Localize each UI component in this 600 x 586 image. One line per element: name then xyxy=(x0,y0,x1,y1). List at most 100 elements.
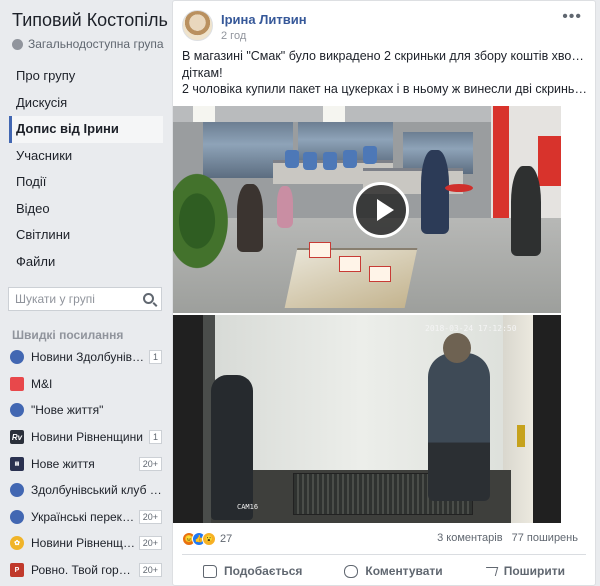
comments-count-link[interactable]: 3 коментарів xyxy=(437,532,502,544)
water-bottle xyxy=(285,150,299,168)
nav-item-files[interactable]: Файли xyxy=(9,249,163,276)
author-avatar[interactable] xyxy=(182,10,213,41)
post-text-line: діткам! xyxy=(182,65,223,80)
nav-item-about[interactable]: Про групу xyxy=(9,63,163,90)
person-head xyxy=(443,333,471,363)
camera-timestamp: 2018-03-24 17:12:50 xyxy=(425,324,517,333)
notification-badge: 20+ xyxy=(138,509,162,524)
notification-badge: 20+ xyxy=(138,536,162,551)
quick-link-label: Новини Рівненщини xyxy=(31,430,143,445)
price-sign xyxy=(369,266,391,282)
quick-link-label: "Нове життя" xyxy=(31,403,104,418)
price-sign xyxy=(339,256,361,272)
notification-badge: 20+ xyxy=(138,563,162,578)
notification-badge: 20+ xyxy=(138,456,162,471)
newspaper-icon: ▤ xyxy=(10,456,24,471)
post-text-line[interactable]: 2 чоловіка купили пакет на цукерках і в … xyxy=(182,81,588,98)
group-title[interactable]: Типовий Костопіль xyxy=(12,10,168,31)
group-nav: Про групу Дискусія Допис від Ірини Учасн… xyxy=(9,63,163,275)
person-silhouette xyxy=(428,353,490,501)
nav-item-photos[interactable]: Світлини xyxy=(9,222,163,249)
quick-link-item[interactable]: Rv Новини Рівненщини 1 xyxy=(10,424,162,451)
nav-item-discussion[interactable]: Дискусія xyxy=(9,90,163,117)
nav-item-videos[interactable]: Відео xyxy=(9,196,163,223)
quick-link-label: Новини Рівненщини xyxy=(31,536,136,551)
nav-item-events[interactable]: Події xyxy=(9,169,163,196)
thumbs-up-icon xyxy=(203,564,217,578)
quick-link-label: Здолбунівський клуб л... xyxy=(31,483,162,498)
red-sign xyxy=(538,136,561,186)
group-privacy: Загальнодоступна група xyxy=(12,37,164,51)
comment-label: Коментувати xyxy=(365,564,443,578)
group-icon xyxy=(10,403,24,418)
person-silhouette xyxy=(511,166,541,256)
quick-link-item[interactable]: Новини Здолбунівщ... 1 xyxy=(10,344,162,371)
nav-item-members[interactable]: Учасники xyxy=(9,143,163,170)
quick-link-item[interactable]: Українські перекл... 20+ xyxy=(10,504,162,531)
like-label: Подобається xyxy=(224,564,303,578)
gift-icon xyxy=(10,376,24,391)
quick-link-item[interactable]: Р Ровно. Твой город... 20+ xyxy=(10,557,162,584)
video-play-button[interactable] xyxy=(353,182,409,238)
potted-plant xyxy=(173,166,233,276)
globe-icon xyxy=(12,38,23,50)
reactions-summary[interactable]: 😠 👍 😮 27 xyxy=(182,532,232,546)
group-icon xyxy=(10,483,24,498)
video-thumbnail-store[interactable] xyxy=(173,106,561,313)
author-name-link[interactable]: Ірина Литвин xyxy=(221,12,307,27)
door-handle xyxy=(517,425,525,447)
share-button[interactable]: Поширити xyxy=(483,558,565,584)
quick-link-item[interactable]: ▤ Нове життя 20+ xyxy=(10,450,162,477)
quick-links-title: Швидкі посилання xyxy=(12,328,124,342)
price-sign xyxy=(309,242,331,258)
group-search xyxy=(8,287,162,311)
group-icon xyxy=(10,509,24,524)
quick-link-label: Нове життя xyxy=(31,456,95,471)
quick-link-item[interactable]: "Нове життя" xyxy=(10,397,162,424)
reactions-count[interactable]: 27 xyxy=(220,533,232,545)
quick-link-item[interactable]: Здолбунівський клуб л... xyxy=(10,477,162,504)
water-bottle xyxy=(303,152,317,170)
water-bottle xyxy=(323,152,337,170)
group-search-input[interactable] xyxy=(9,288,135,310)
camera-label: CAM16 xyxy=(237,503,259,511)
rv-logo-icon: Rv xyxy=(10,430,24,445)
post-text-line: В магазині "Смак" було викрадено 2 скрин… xyxy=(182,49,588,63)
water-bottle xyxy=(343,150,357,168)
comment-bubble-icon xyxy=(344,564,359,578)
nav-item-post-from-iryna[interactable]: Допис від Ірини xyxy=(9,116,163,143)
like-button[interactable]: Подобається xyxy=(203,558,302,584)
quick-link-label: Новини Здолбунівщ... xyxy=(31,350,146,365)
share-arrow-icon xyxy=(483,566,498,576)
quick-link-item[interactable]: ✿ Новини Рівненщини 20+ xyxy=(10,530,162,557)
post-actions: Подобається Коментувати Поширити xyxy=(182,558,586,584)
ceiling-lamp xyxy=(193,106,215,122)
left-sidebar: Типовий Костопіль Загальнодоступна група… xyxy=(0,0,170,586)
quick-link-label: Ровно. Твой город... xyxy=(31,563,136,578)
quick-link-item[interactable]: M&I xyxy=(10,371,162,398)
post-timestamp[interactable]: 2 год xyxy=(221,30,246,42)
shares-count-link[interactable]: 77 поширень xyxy=(512,532,578,544)
video-thumbnail-doorway[interactable]: 2018-03-24 17:12:50 CAM16 xyxy=(173,315,561,523)
person-silhouette xyxy=(211,375,253,520)
search-icon[interactable] xyxy=(143,293,154,304)
person-silhouette xyxy=(421,150,449,234)
comment-button[interactable]: Коментувати xyxy=(344,558,443,584)
share-label: Поширити xyxy=(503,564,565,578)
person-silhouette xyxy=(237,184,263,252)
post-text: В магазині "Смак" було викрадено 2 скрин… xyxy=(182,48,588,98)
water-bottle xyxy=(363,146,377,164)
cafe-table xyxy=(445,184,473,192)
quick-links-list: Новини Здолбунівщ... 1 M&I "Нове життя" … xyxy=(10,344,162,583)
wow-reaction-icon: 😮 xyxy=(202,532,216,546)
notification-badge: 1 xyxy=(148,350,162,365)
quick-link-label: Українські перекл... xyxy=(31,509,136,524)
post-card: Ірина Литвин 2 год ••• В магазині "Смак"… xyxy=(172,0,596,586)
notification-badge: 1 xyxy=(148,430,162,445)
more-options-icon[interactable]: ••• xyxy=(562,8,582,26)
rivne-logo-icon: Р xyxy=(10,563,24,578)
group-privacy-label: Загальнодоступна група xyxy=(28,37,164,51)
group-icon xyxy=(10,350,24,365)
divider xyxy=(182,554,586,555)
flower-icon: ✿ xyxy=(10,536,24,551)
